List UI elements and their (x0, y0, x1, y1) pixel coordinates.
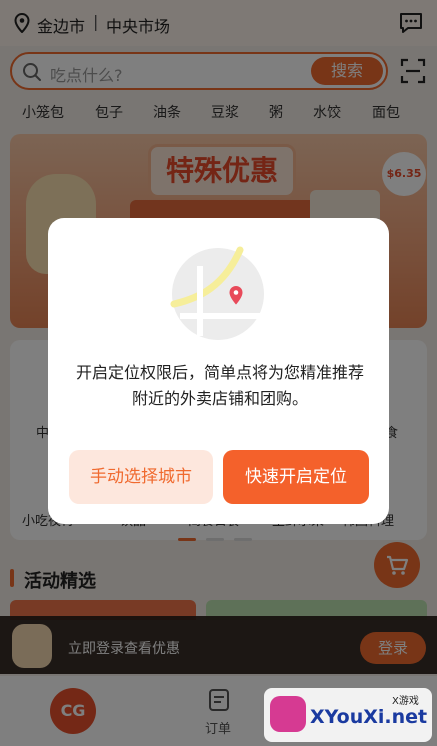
map-location-icon (170, 246, 264, 340)
enable-location-button[interactable]: 快速开启定位 (223, 450, 369, 504)
watermark-text: XYouXi.net (310, 706, 428, 728)
manual-select-city-button[interactable]: 手动选择城市 (69, 450, 213, 504)
dialog-message: 开启定位权限后，简单点将为您精准推荐附近的外卖店铺和团购。 (75, 363, 364, 408)
location-permission-dialog: 开启定位权限后，简单点将为您精准推荐附近的外卖店铺和团购。 手动选择城市 快速开… (48, 218, 389, 524)
watermark: X游戏 XYouXi.net (264, 688, 432, 742)
watermark-logo-icon (270, 696, 306, 732)
watermark-top: X游戏 (392, 696, 419, 707)
